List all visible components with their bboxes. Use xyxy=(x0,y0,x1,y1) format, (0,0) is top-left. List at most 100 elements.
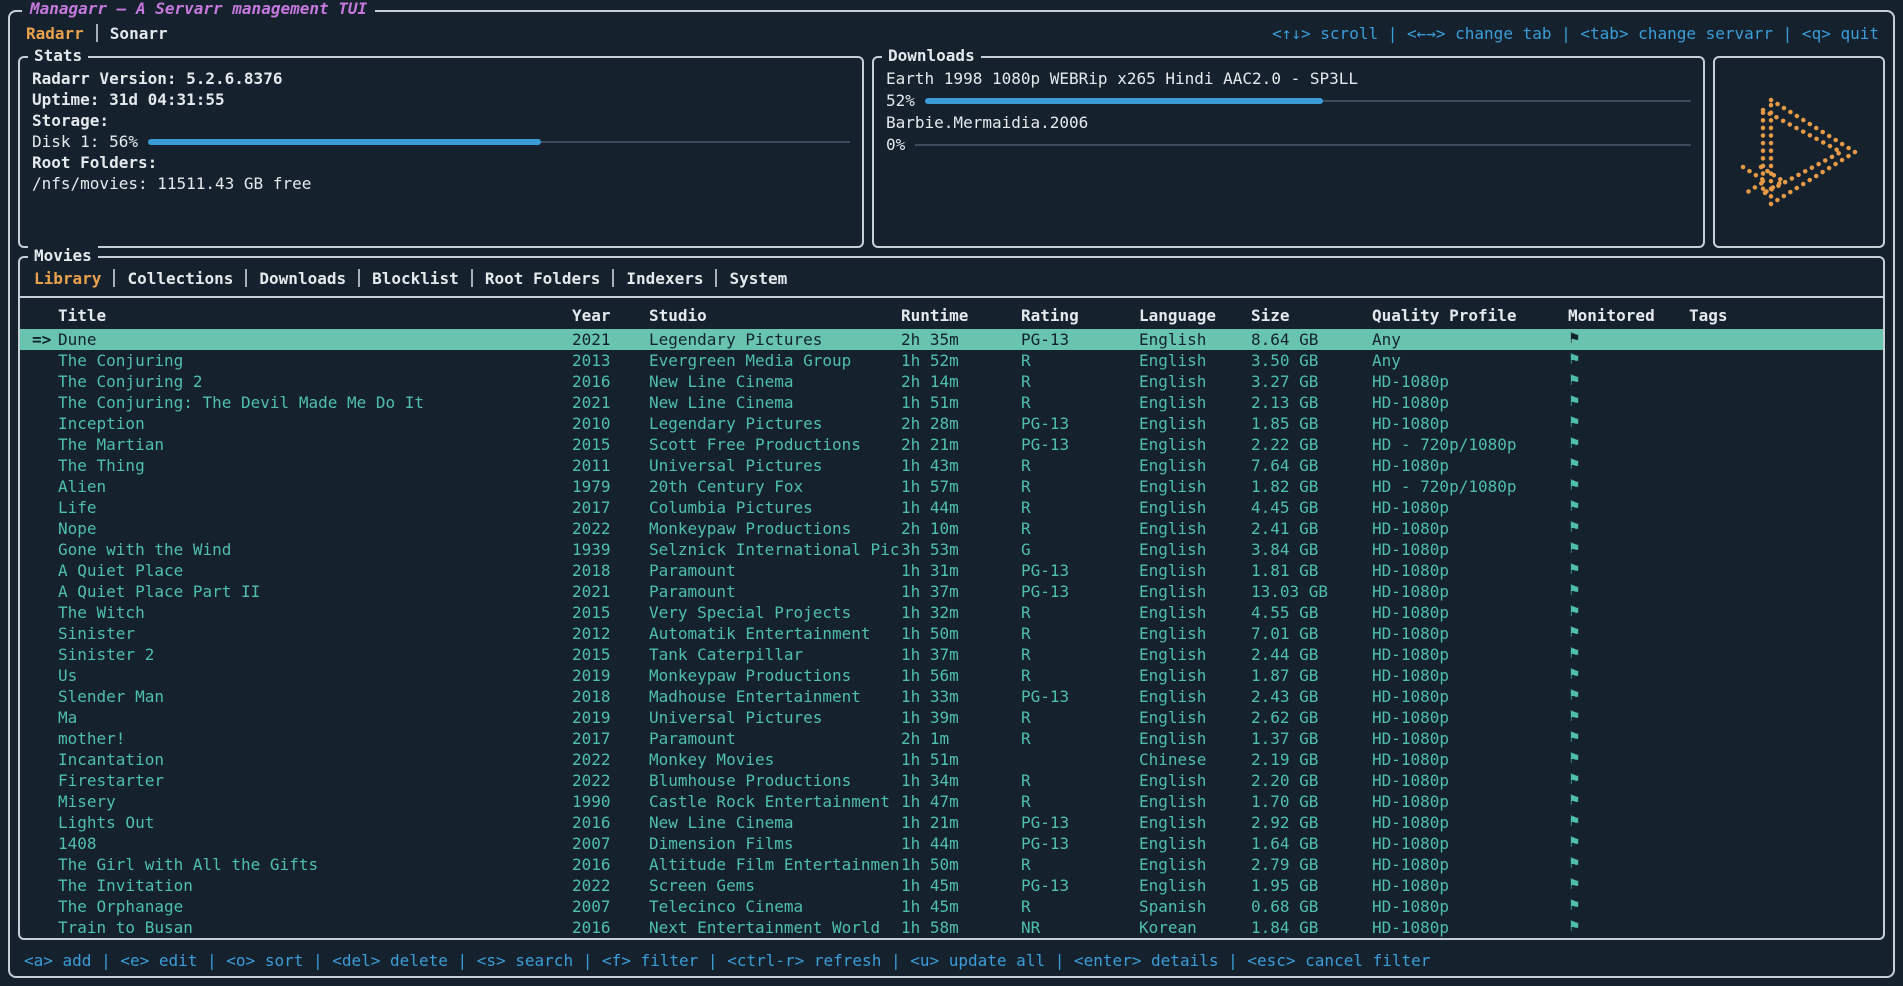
download-percent: 0% xyxy=(886,134,905,156)
movie-row[interactable]: Sinister 2 2015 Tank Caterpillar 1h 37m … xyxy=(20,644,1883,665)
movie-studio-cell: Telecinco Cinema xyxy=(649,896,901,917)
movie-language-cell: English xyxy=(1139,686,1251,707)
tab-root-folders[interactable]: Root Folders xyxy=(473,269,613,288)
selected-row-marker xyxy=(32,413,58,434)
movie-tags-cell xyxy=(1689,434,1883,455)
selected-row-marker xyxy=(32,497,58,518)
stats-panel: Stats Radarr Version: 5.2.6.8376 Uptime:… xyxy=(18,56,864,248)
movie-row[interactable]: A Quiet Place 2018 Paramount 1h 31m PG-1… xyxy=(20,560,1883,581)
column-header-runtime: Runtime xyxy=(901,306,1021,325)
movie-rating-cell: PG-13 xyxy=(1021,686,1139,707)
movie-tags-cell xyxy=(1689,539,1883,560)
download-progressbar xyxy=(915,141,1691,149)
movie-studio-cell: Monkeypaw Productions xyxy=(649,518,901,539)
movie-rating-cell: R xyxy=(1021,518,1139,539)
movie-studio-cell: Altitude Film Entertainmen xyxy=(649,854,901,875)
monitored-icon: ⚑ xyxy=(1568,896,1689,917)
movie-row[interactable]: The Invitation 2022 Screen Gems 1h 45m P… xyxy=(20,875,1883,896)
monitored-icon: ⚑ xyxy=(1568,434,1689,455)
monitored-icon: ⚑ xyxy=(1568,392,1689,413)
movie-row[interactable]: The Conjuring 2013 Evergreen Media Group… xyxy=(20,350,1883,371)
movie-quality-cell: HD-1080p xyxy=(1372,413,1568,434)
movie-quality-cell: HD-1080p xyxy=(1372,560,1568,581)
movie-row[interactable]: Alien 1979 20th Century Fox 1h 57m R Eng… xyxy=(20,476,1883,497)
monitored-icon: ⚑ xyxy=(1568,350,1689,371)
tab-indexers[interactable]: Indexers xyxy=(614,269,715,288)
movie-quality-cell: HD-1080p xyxy=(1372,896,1568,917)
movie-quality-cell: HD-1080p xyxy=(1372,602,1568,623)
movie-row[interactable]: The Conjuring 2 2016 New Line Cinema 2h … xyxy=(20,371,1883,392)
monitored-icon: ⚑ xyxy=(1568,518,1689,539)
movie-tags-cell xyxy=(1689,371,1883,392)
movie-title-cell: mother! xyxy=(58,728,572,749)
movie-quality-cell: HD-1080p xyxy=(1372,707,1568,728)
movie-quality-cell: Any xyxy=(1372,350,1568,371)
tab-system[interactable]: System xyxy=(717,269,799,288)
movie-row[interactable]: Ma 2019 Universal Pictures 1h 39m R Engl… xyxy=(20,707,1883,728)
movie-year-cell: 2016 xyxy=(572,917,649,938)
movie-studio-cell: New Line Cinema xyxy=(649,371,901,392)
movie-row[interactable]: Us 2019 Monkeypaw Productions 1h 56m R E… xyxy=(20,665,1883,686)
movie-rating-cell: G xyxy=(1021,539,1139,560)
movie-row[interactable]: Nope 2022 Monkeypaw Productions 2h 10m R… xyxy=(20,518,1883,539)
movie-row[interactable]: Incantation 2022 Monkey Movies 1h 51m Ch… xyxy=(20,749,1883,770)
movie-tags-cell xyxy=(1689,686,1883,707)
movie-row[interactable]: Gone with the Wind 1939 Selznick Interna… xyxy=(20,539,1883,560)
movie-row[interactable]: The Conjuring: The Devil Made Me Do It 2… xyxy=(20,392,1883,413)
movie-row[interactable]: The Witch 2015 Very Special Projects 1h … xyxy=(20,602,1883,623)
movie-studio-cell: Castle Rock Entertainment xyxy=(649,791,901,812)
movie-row[interactable]: Misery 1990 Castle Rock Entertainment 1h… xyxy=(20,791,1883,812)
movie-studio-cell: Next Entertainment World xyxy=(649,917,901,938)
movie-row[interactable]: Lights Out 2016 New Line Cinema 1h 21m P… xyxy=(20,812,1883,833)
movie-row[interactable]: Sinister 2012 Automatik Entertainment 1h… xyxy=(20,623,1883,644)
movie-studio-cell: Legendary Pictures xyxy=(649,329,901,350)
tab-downloads[interactable]: Downloads xyxy=(247,269,358,288)
movie-language-cell: English xyxy=(1139,833,1251,854)
movie-rating-cell: PG-13 xyxy=(1021,434,1139,455)
movie-row[interactable]: The Martian 2015 Scott Free Productions … xyxy=(20,434,1883,455)
movie-row[interactable]: The Orphanage 2007 Telecinco Cinema 1h 4… xyxy=(20,896,1883,917)
movie-rating-cell: R xyxy=(1021,392,1139,413)
servarr-tab-bar: Radarr Sonarr xyxy=(24,24,180,43)
movie-rating-cell: R xyxy=(1021,623,1139,644)
movie-year-cell: 2021 xyxy=(572,392,649,413)
tab-collections[interactable]: Collections xyxy=(115,269,245,288)
tab-radarr[interactable]: Radarr xyxy=(24,24,96,43)
movie-size-cell: 1.95 GB xyxy=(1251,875,1372,896)
logo-panel xyxy=(1713,56,1885,248)
monitored-icon: ⚑ xyxy=(1568,791,1689,812)
bottom-keybinds: <a> add | <e> edit | <o> sort | <del> de… xyxy=(10,942,1893,976)
movie-row[interactable]: Inception 2010 Legendary Pictures 2h 28m… xyxy=(20,413,1883,434)
monitored-icon: ⚑ xyxy=(1568,413,1689,434)
panels-row: Stats Radarr Version: 5.2.6.8376 Uptime:… xyxy=(10,50,1893,250)
movie-year-cell: 2015 xyxy=(572,644,649,665)
movie-row[interactable]: The Thing 2011 Universal Pictures 1h 43m… xyxy=(20,455,1883,476)
movie-size-cell: 2.13 GB xyxy=(1251,392,1372,413)
movie-row[interactable]: A Quiet Place Part II 2021 Paramount 1h … xyxy=(20,581,1883,602)
monitored-icon: ⚑ xyxy=(1568,917,1689,938)
movie-size-cell: 3.50 GB xyxy=(1251,350,1372,371)
movie-row[interactable]: 1408 2007 Dimension Films 1h 44m PG-13 E… xyxy=(20,833,1883,854)
movie-row[interactable]: The Girl with All the Gifts 2016 Altitud… xyxy=(20,854,1883,875)
movie-row[interactable]: Train to Busan 2016 Next Entertainment W… xyxy=(20,917,1883,938)
movie-runtime-cell: 2h 35m xyxy=(901,329,1021,350)
movie-row[interactable]: Firestarter 2022 Blumhouse Productions 1… xyxy=(20,770,1883,791)
movie-runtime-cell: 1h 45m xyxy=(901,875,1021,896)
movie-year-cell: 2019 xyxy=(572,707,649,728)
movie-row[interactable]: Life 2017 Columbia Pictures 1h 44m R Eng… xyxy=(20,497,1883,518)
movie-runtime-cell: 2h 28m xyxy=(901,413,1021,434)
monitored-icon: ⚑ xyxy=(1568,476,1689,497)
tab-library[interactable]: Library xyxy=(32,269,113,288)
app-title: Managarr — A Servarr management TUI xyxy=(22,0,375,18)
movie-row[interactable]: Slender Man 2018 Madhouse Entertainment … xyxy=(20,686,1883,707)
downloads-panel-title: Downloads xyxy=(882,46,981,65)
tab-sonarr[interactable]: Sonarr xyxy=(98,24,180,43)
monitored-icon: ⚑ xyxy=(1568,875,1689,896)
movie-row[interactable]: => Dune 2021 Legendary Pictures 2h 35m P… xyxy=(20,329,1883,350)
monitored-icon: ⚑ xyxy=(1568,371,1689,392)
movie-row[interactable]: mother! 2017 Paramount 2h 1m R English 1… xyxy=(20,728,1883,749)
movie-language-cell: English xyxy=(1139,581,1251,602)
tab-blocklist[interactable]: Blocklist xyxy=(360,269,471,288)
movie-rating-cell: PG-13 xyxy=(1021,329,1139,350)
managarr-play-logo-icon xyxy=(1733,93,1865,211)
